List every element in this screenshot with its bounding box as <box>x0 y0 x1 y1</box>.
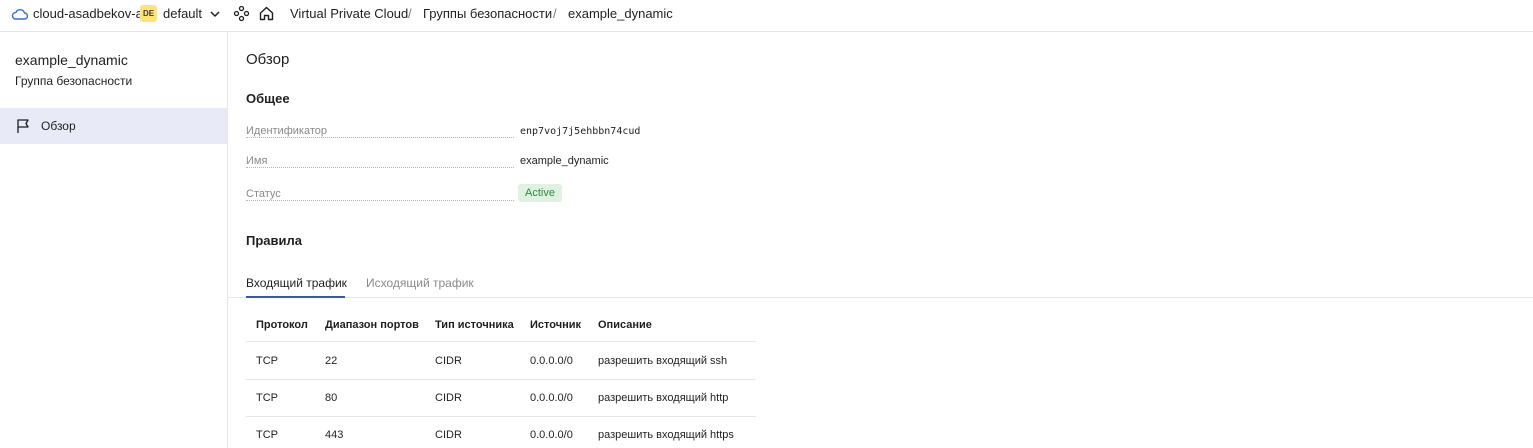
table-row[interactable]: TCP 443 CIDR 0.0.0.0/0 разрешить входящи… <box>246 417 756 448</box>
folder-name[interactable]: default <box>163 6 202 21</box>
cell-source: 0.0.0.0/0 <box>530 392 573 404</box>
main-content: Обзор Общее Идентификатор enp7voj7j5ehbb… <box>228 32 1533 448</box>
flag-icon <box>16 118 31 134</box>
table-row[interactable]: TCP 22 CIDR 0.0.0.0/0 разрешить входящий… <box>246 343 756 380</box>
column-header: Тип источника <box>435 319 514 331</box>
property-status: Статус Active <box>246 184 886 206</box>
cell-ports: 80 <box>325 392 338 404</box>
chevron-down-icon[interactable] <box>208 7 222 21</box>
column-header: Источник <box>530 319 582 331</box>
tab-egress[interactable]: Исходящий трафик <box>366 276 474 290</box>
sidebar-subtitle: Группа безопасности <box>15 74 133 88</box>
cell-source-type: CIDR <box>435 429 462 441</box>
services-icon[interactable] <box>233 5 250 22</box>
table-row[interactable]: TCP 80 CIDR 0.0.0.0/0 разрешить входящий… <box>246 380 756 417</box>
rules-section-title: Правила <box>246 233 302 248</box>
cell-source-type: CIDR <box>435 355 462 367</box>
breadcrumb-current: example_dynamic <box>568 6 673 21</box>
property-name: Имя example_dynamic <box>246 155 886 173</box>
property-label: Статус <box>246 188 284 200</box>
cell-source: 0.0.0.0/0 <box>530 355 573 367</box>
property-value[interactable]: enp7voj7j5ehbbn74cud <box>520 126 640 137</box>
sidebar: example_dynamic Группа безопасности Обзо… <box>0 32 228 448</box>
cell-source: 0.0.0.0/0 <box>530 429 573 441</box>
cell-protocol: TCP <box>256 429 278 441</box>
property-id: Идентификатор enp7voj7j5ehbbn74cud <box>246 125 886 143</box>
cloud-icon[interactable] <box>11 6 29 22</box>
home-icon[interactable] <box>258 5 275 22</box>
column-header: Диапазон портов <box>325 319 419 331</box>
top-bar: cloud-asadbekov-a DE default Virtual Pri… <box>0 0 1533 32</box>
status-badge: Active <box>518 184 562 202</box>
property-value: example_dynamic <box>520 155 609 167</box>
cell-ports: 22 <box>325 355 338 367</box>
cloud-name[interactable]: cloud-asadbekov-a <box>33 6 143 21</box>
property-label: Идентификатор <box>246 125 330 137</box>
active-tab-indicator <box>246 296 345 298</box>
general-section-title: Общее <box>246 91 290 106</box>
dotted-leader <box>246 200 514 201</box>
breadcrumb-vpc[interactable]: Virtual Private Cloud <box>290 6 408 21</box>
cell-protocol: TCP <box>256 392 278 404</box>
dotted-leader <box>246 167 514 168</box>
breadcrumb-separator: / <box>553 6 557 21</box>
cell-protocol: TCP <box>256 355 278 367</box>
column-header: Описание <box>598 319 652 331</box>
sidebar-title: example_dynamic <box>15 52 128 68</box>
traffic-tabs: Входящий трафик Исходящий трафик <box>228 268 1533 298</box>
cell-description: разрешить входящий http <box>598 392 729 404</box>
table-header: Протокол Диапазон портов Тип источника И… <box>246 312 756 342</box>
tab-ingress[interactable]: Входящий трафик <box>246 276 347 290</box>
column-header: Протокол <box>256 319 308 331</box>
cell-description: разрешить входящий ssh <box>598 355 728 367</box>
folder-badge: DE <box>140 5 157 22</box>
breadcrumb-security-groups[interactable]: Группы безопасности <box>423 6 552 21</box>
sidebar-item-label: Обзор <box>41 119 76 133</box>
sidebar-item-overview[interactable]: Обзор <box>0 108 227 144</box>
cell-description: разрешить входящий https <box>598 429 734 441</box>
cell-ports: 443 <box>325 429 344 441</box>
dotted-leader <box>246 137 514 138</box>
cell-source-type: CIDR <box>435 392 462 404</box>
page-title: Обзор <box>246 51 290 68</box>
property-label: Имя <box>246 155 271 167</box>
breadcrumb-separator: / <box>408 6 412 21</box>
